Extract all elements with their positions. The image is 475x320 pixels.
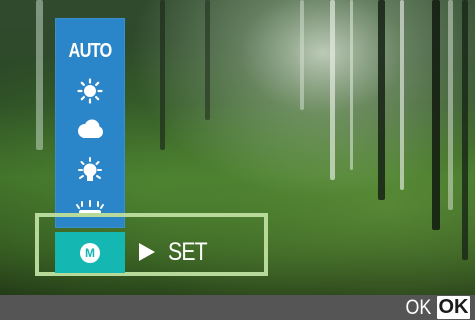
wb-incandescent-item[interactable] [55, 155, 125, 189]
cloud-icon [78, 119, 103, 138]
wb-cloudy-item[interactable] [55, 115, 125, 145]
white-balance-menu: AUTO [55, 18, 125, 228]
wb-auto-item[interactable]: AUTO [61, 36, 118, 66]
manual-icon: M [80, 242, 100, 263]
camera-screen: AUTO M SET OK OK [0, 0, 475, 320]
set-label: SET [168, 237, 208, 266]
sun-icon [77, 78, 103, 104]
play-arrow-icon [139, 243, 155, 261]
ok-button[interactable]: OK [437, 296, 470, 319]
bottom-status-bar: OK OK [0, 295, 475, 320]
ok-text: OK [405, 296, 431, 319]
set-action[interactable]: SET [138, 235, 214, 269]
bulb-icon [78, 157, 102, 181]
wb-manual-item[interactable]: M [55, 232, 125, 273]
manual-icon-letter: M [85, 245, 95, 260]
wb-daylight-item[interactable] [55, 76, 125, 106]
